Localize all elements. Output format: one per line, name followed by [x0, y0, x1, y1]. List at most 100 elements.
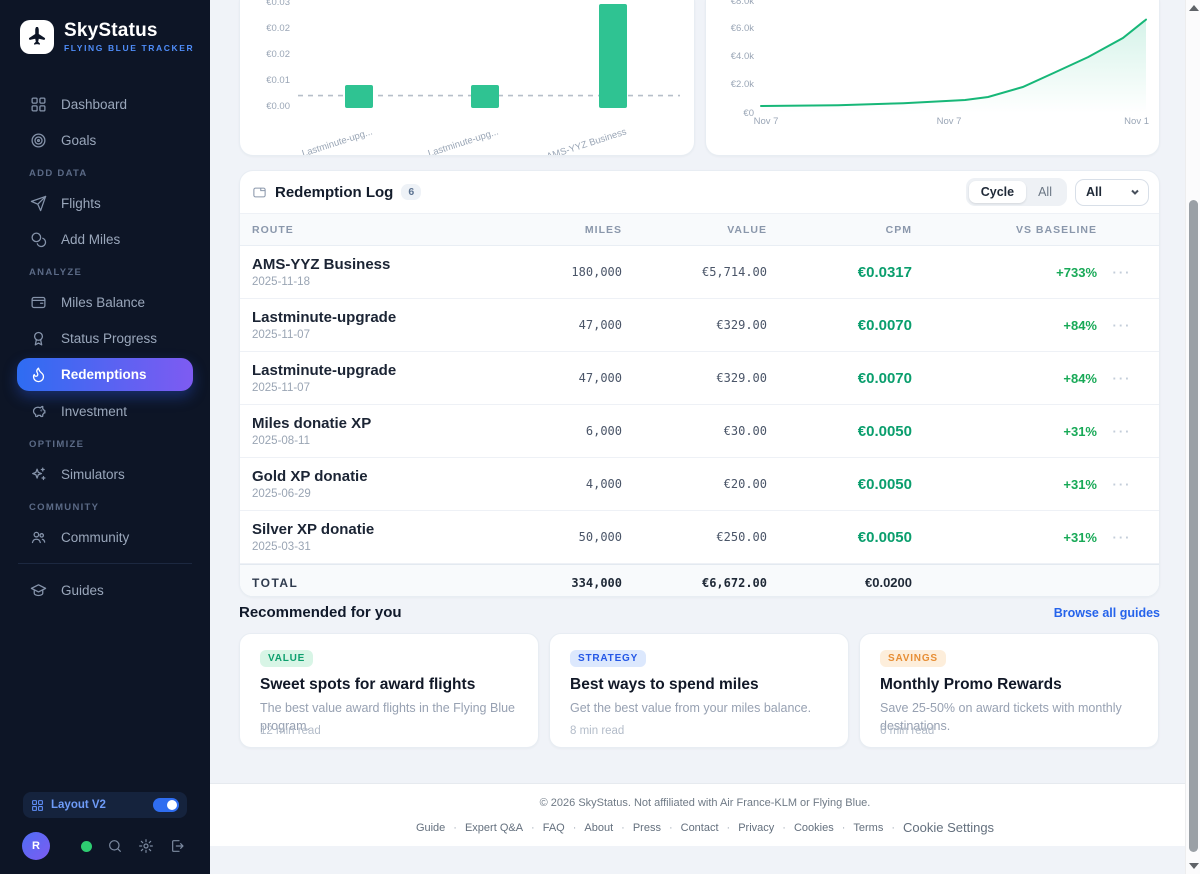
row-menu-button[interactable]: ···	[1097, 530, 1147, 545]
scrollbar-thumb[interactable]	[1189, 200, 1198, 852]
row-vs-baseline: +31%	[912, 424, 1097, 439]
sidebar-label: Dashboard	[61, 97, 127, 112]
segment-cycle-button[interactable]: Cycle	[969, 181, 1026, 203]
scrollbar	[1185, 0, 1200, 874]
value-badge: VALUE	[260, 650, 313, 667]
row-route: Silver XP donatie	[252, 521, 457, 538]
search-icon[interactable]	[107, 838, 123, 854]
sidebar-item-community[interactable]: Community	[0, 519, 210, 555]
svg-text:Lastminute-upg...: Lastminute-upg...	[301, 126, 374, 156]
footer-link-about[interactable]: About	[584, 822, 613, 834]
page-footer: © 2026 SkyStatus. Not affiliated with Ai…	[210, 783, 1200, 846]
scrollbar-down-arrow[interactable]	[1189, 863, 1199, 869]
footer-link-expert-qa[interactable]: Expert Q&A	[465, 822, 523, 834]
guide-card-strategy[interactable]: STRATEGY Best ways to spend miles Get th…	[549, 633, 849, 748]
wallet-icon	[29, 293, 47, 311]
footer-link-faq[interactable]: FAQ	[543, 822, 565, 834]
table-row: Silver XP donatie2025-03-31 50,000 €250.…	[240, 511, 1159, 564]
row-menu-button[interactable]: ···	[1097, 318, 1147, 333]
row-menu-button[interactable]: ···	[1097, 371, 1147, 386]
row-date: 2025-03-31	[252, 541, 457, 553]
scope-segmented-control: Cycle All	[966, 178, 1067, 206]
svg-text:€4.0k: €4.0k	[731, 51, 754, 62]
footer-link-cookies[interactable]: Cookies	[794, 822, 834, 834]
layout-v2-label: Layout V2	[51, 799, 146, 811]
graduation-cap-icon	[29, 581, 47, 599]
segment-all-button[interactable]: All	[1026, 181, 1064, 203]
total-miles: 334,000	[457, 576, 622, 590]
sparkles-icon	[29, 465, 47, 483]
sidebar-item-investment[interactable]: Investment	[0, 393, 210, 429]
guide-description: Get the best value from your miles balan…	[570, 699, 828, 717]
scrollbar-up-arrow[interactable]	[1189, 5, 1199, 11]
sidebar-item-redemptions[interactable]: Redemptions	[17, 358, 193, 391]
row-vs-baseline: +84%	[912, 371, 1097, 386]
sidebar-nav: Dashboard Goals ADD DATA Flights Add Mil…	[0, 86, 210, 608]
sidebar-item-simulators[interactable]: Simulators	[0, 456, 210, 492]
cookie-settings-button[interactable]: Cookie Settings	[903, 820, 994, 835]
layout-v2-control[interactable]: Layout V2	[23, 792, 187, 818]
row-miles: 47,000	[457, 318, 622, 332]
footer-link-guide[interactable]: Guide	[416, 822, 445, 834]
redemption-log-card: Redemption Log 6 Cycle All All ROUTE MIL…	[239, 170, 1160, 597]
section-label-add-data: ADD DATA	[0, 158, 210, 185]
footer-link-press[interactable]: Press	[633, 822, 661, 834]
svg-text:€0.02: €0.02	[266, 23, 290, 34]
sidebar-item-status-progress[interactable]: Status Progress	[0, 320, 210, 356]
table-row: Lastminute-upgrade2025-11-07 47,000 €329…	[240, 299, 1159, 352]
sidebar-item-guides[interactable]: Guides	[0, 572, 210, 608]
type-filter-value: All	[1086, 185, 1102, 199]
row-vs-baseline: +31%	[912, 530, 1097, 545]
sidebar-item-dashboard[interactable]: Dashboard	[0, 86, 210, 122]
users-icon	[29, 528, 47, 546]
separator: ·	[782, 822, 786, 834]
sidebar-item-miles-balance[interactable]: Miles Balance	[0, 284, 210, 320]
copyright-text: © 2026 SkyStatus. Not affiliated with Ai…	[210, 797, 1200, 809]
row-vs-baseline: +31%	[912, 477, 1097, 492]
row-value: €329.00	[622, 318, 767, 332]
section-label-optimize: OPTIMIZE	[0, 429, 210, 456]
separator: ·	[669, 822, 673, 834]
row-route: Miles donatie XP	[252, 415, 457, 432]
guide-card-savings[interactable]: SAVINGS Monthly Promo Rewards Save 25-50…	[859, 633, 1159, 748]
footer-link-terms[interactable]: Terms	[853, 822, 883, 834]
sidebar-item-flights[interactable]: Flights	[0, 185, 210, 221]
target-icon	[29, 131, 47, 149]
layout-grid-icon	[31, 799, 44, 812]
separator: ·	[842, 822, 846, 834]
col-vs-baseline: VS BASELINE	[912, 224, 1097, 236]
footer-link-contact[interactable]: Contact	[681, 822, 719, 834]
row-cpm: €0.0070	[767, 370, 912, 387]
col-route: ROUTE	[252, 224, 457, 236]
sidebar-label: Community	[61, 530, 129, 545]
row-value: €30.00	[622, 424, 767, 438]
svg-text:€0.02: €0.02	[266, 49, 290, 60]
sidebar-item-add-miles[interactable]: Add Miles	[0, 221, 210, 257]
row-date: 2025-11-07	[252, 329, 457, 341]
logout-icon[interactable]	[169, 838, 185, 854]
read-time: 8 min read	[570, 725, 624, 737]
svg-text:Nov 1: Nov 1	[1124, 116, 1149, 127]
row-menu-button[interactable]: ···	[1097, 265, 1147, 280]
row-date: 2025-11-18	[252, 276, 457, 288]
type-filter-select[interactable]: All	[1075, 179, 1149, 206]
row-menu-button[interactable]: ···	[1097, 477, 1147, 492]
redemption-log-title: Redemption Log	[275, 184, 393, 201]
gear-icon[interactable]	[138, 838, 154, 854]
svg-text:€2.0k: €2.0k	[731, 79, 754, 90]
app-logo[interactable]: SkyStatus FLYING BLUE TRACKER	[0, 0, 210, 64]
row-cpm: €0.0050	[767, 423, 912, 440]
row-value: €20.00	[622, 477, 767, 491]
sidebar-item-goals[interactable]: Goals	[0, 122, 210, 158]
sidebar-label: Guides	[61, 583, 104, 598]
row-menu-button[interactable]: ···	[1097, 424, 1147, 439]
total-cpm: €0.0200	[767, 575, 912, 590]
layout-v2-toggle-switch[interactable]	[153, 798, 179, 812]
footer-link-privacy[interactable]: Privacy	[738, 822, 774, 834]
app-tagline: FLYING BLUE TRACKER	[64, 43, 194, 53]
guide-card-value[interactable]: VALUE Sweet spots for award flights The …	[239, 633, 539, 748]
avatar[interactable]: R	[22, 832, 50, 860]
row-miles: 180,000	[457, 265, 622, 279]
browse-all-guides-link[interactable]: Browse all guides	[1054, 606, 1160, 620]
redemption-count-badge: 6	[401, 184, 421, 200]
